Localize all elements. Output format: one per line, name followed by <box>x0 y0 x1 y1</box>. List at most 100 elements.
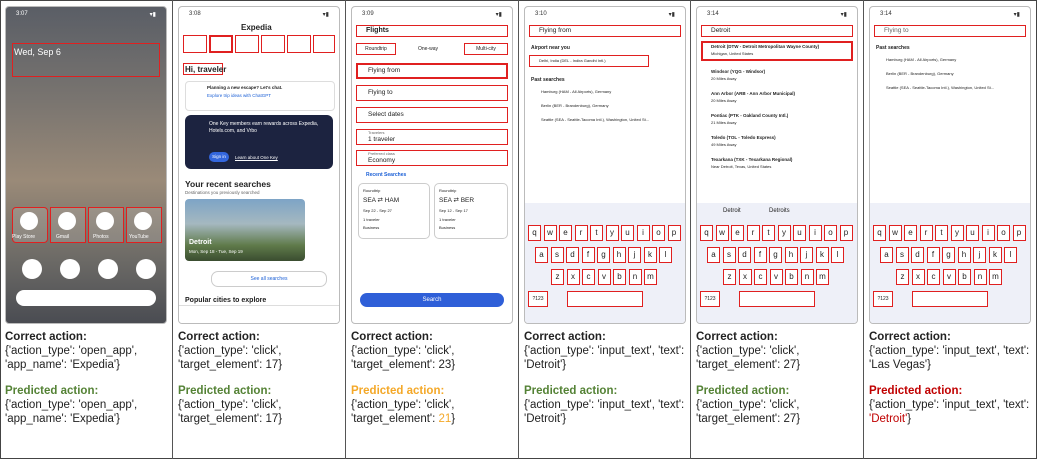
key-g[interactable]: g <box>769 247 782 263</box>
key-x[interactable]: x <box>911 269 925 285</box>
key-q[interactable]: q <box>873 225 886 241</box>
key-p[interactable]: p <box>667 225 681 241</box>
key-z[interactable]: z <box>723 269 736 285</box>
tab-oneway[interactable]: One-way <box>418 46 438 52</box>
tab-multicity[interactable]: Multi-city <box>464 43 508 55</box>
key-m[interactable]: m <box>644 269 657 285</box>
key-o[interactable]: o <box>652 225 665 241</box>
past-item[interactable]: Berlin (BER - Brandenburg), Germany <box>886 71 954 76</box>
key-f[interactable]: f <box>926 247 940 263</box>
key-c[interactable]: c <box>754 269 767 285</box>
key-f[interactable]: f <box>581 247 595 263</box>
key-h[interactable]: h <box>784 247 798 263</box>
key-j[interactable]: j <box>800 247 813 263</box>
key-p[interactable]: p <box>839 225 853 241</box>
key-c[interactable]: c <box>927 269 940 285</box>
mode-key[interactable]: ?123 <box>700 291 720 307</box>
learn-link[interactable]: Learn about One Key <box>235 155 278 160</box>
key-b[interactable]: b <box>785 269 798 285</box>
key-h[interactable]: h <box>957 247 971 263</box>
cruise-tab[interactable] <box>313 35 335 53</box>
space-key[interactable] <box>739 291 815 307</box>
key-m[interactable]: m <box>816 269 829 285</box>
cars-tab[interactable] <box>235 35 259 53</box>
key-j[interactable]: j <box>628 247 641 263</box>
camera-icon[interactable] <box>136 259 156 279</box>
past-item[interactable]: Seattle (SEA - Seattle-Tacoma Intl.), Wa… <box>886 85 994 90</box>
key-q[interactable]: q <box>700 225 713 241</box>
key-i[interactable]: i <box>808 225 822 241</box>
recent-card[interactable]: Roundtrip SEA ⇄ HAM Sep 22 - Sep 27 1 tr… <box>358 183 430 239</box>
key-k[interactable]: k <box>815 247 829 263</box>
recent-card[interactable]: Roundtrip SEA ⇄ BER Sep 12 - Sep 17 1 tr… <box>434 183 508 239</box>
key-z[interactable]: z <box>551 269 564 285</box>
key-g[interactable]: g <box>942 247 955 263</box>
key-u[interactable]: u <box>793 225 806 241</box>
key-t[interactable]: t <box>590 225 603 241</box>
key-d[interactable]: d <box>911 247 924 263</box>
stays-tab[interactable] <box>183 35 207 53</box>
key-n[interactable]: n <box>800 269 814 285</box>
key-a[interactable]: a <box>707 247 720 263</box>
key-a[interactable]: a <box>880 247 893 263</box>
flights-tab[interactable] <box>209 35 233 53</box>
search-button[interactable]: Search <box>360 293 504 307</box>
key-w[interactable]: w <box>543 225 557 241</box>
key-b[interactable]: b <box>613 269 626 285</box>
result-title[interactable]: Texarkana (TXK - Texarkana Regional) <box>711 157 792 162</box>
phone-icon[interactable] <box>22 259 42 279</box>
signin-button[interactable]: Sign in <box>209 152 229 162</box>
past-item[interactable]: Seattle (SEA - Seattle-Tacoma Intl.), Wa… <box>541 117 649 122</box>
promo-link[interactable]: Explore trip ideas with ChatGPT <box>207 93 271 98</box>
past-item[interactable]: Berlin (BER - Brandenburg), Germany <box>541 103 609 108</box>
key-s[interactable]: s <box>895 247 909 263</box>
key-t[interactable]: t <box>762 225 775 241</box>
past-item[interactable]: Hamburg (HAM - All Airports), Germany <box>886 57 956 62</box>
key-r[interactable]: r <box>574 225 588 241</box>
key-w[interactable]: w <box>715 225 729 241</box>
key-k[interactable]: k <box>643 247 657 263</box>
key-m[interactable]: m <box>989 269 1002 285</box>
chrome-icon[interactable] <box>98 259 118 279</box>
key-q[interactable]: q <box>528 225 541 241</box>
key-l[interactable]: l <box>659 247 672 263</box>
tab-roundtrip[interactable]: Roundtrip <box>356 43 396 55</box>
key-a[interactable]: a <box>535 247 548 263</box>
things-tab[interactable] <box>287 35 311 53</box>
result-title[interactable]: Pontiac (PTK - Oakland County Intl.) <box>711 113 788 118</box>
key-i[interactable]: i <box>636 225 650 241</box>
mode-key[interactable]: ?123 <box>873 291 893 307</box>
result-title[interactable]: Windsor (YQG - Windsor) <box>711 69 765 74</box>
key-r[interactable]: r <box>919 225 933 241</box>
key-n[interactable]: n <box>628 269 642 285</box>
suggestion[interactable]: Detroit <box>723 208 741 214</box>
result-title[interactable]: Toledo (TOL - Toledo Express) <box>711 135 776 140</box>
key-p[interactable]: p <box>1012 225 1026 241</box>
key-s[interactable]: s <box>722 247 736 263</box>
key-d[interactable]: d <box>566 247 579 263</box>
key-u[interactable]: u <box>966 225 979 241</box>
key-f[interactable]: f <box>753 247 767 263</box>
key-e[interactable]: e <box>904 225 917 241</box>
key-n[interactable]: n <box>973 269 987 285</box>
key-b[interactable]: b <box>958 269 971 285</box>
key-j[interactable]: j <box>973 247 986 263</box>
key-k[interactable]: k <box>988 247 1002 263</box>
key-y[interactable]: y <box>777 225 791 241</box>
key-v[interactable]: v <box>769 269 783 285</box>
see-all-button[interactable]: See all searches <box>211 271 327 287</box>
key-e[interactable]: e <box>731 225 744 241</box>
key-g[interactable]: g <box>597 247 610 263</box>
past-item[interactable]: Hamburg (HAM - All Airports), Germany <box>541 89 611 94</box>
key-c[interactable]: c <box>582 269 595 285</box>
key-l[interactable]: l <box>831 247 844 263</box>
key-o[interactable]: o <box>997 225 1010 241</box>
key-e[interactable]: e <box>559 225 572 241</box>
mode-key[interactable]: ?123 <box>528 291 548 307</box>
key-y[interactable]: y <box>605 225 619 241</box>
packages-tab[interactable] <box>261 35 285 53</box>
search-bar[interactable] <box>16 290 156 306</box>
bottom-nav[interactable] <box>179 305 339 323</box>
key-w[interactable]: w <box>888 225 902 241</box>
key-h[interactable]: h <box>612 247 626 263</box>
